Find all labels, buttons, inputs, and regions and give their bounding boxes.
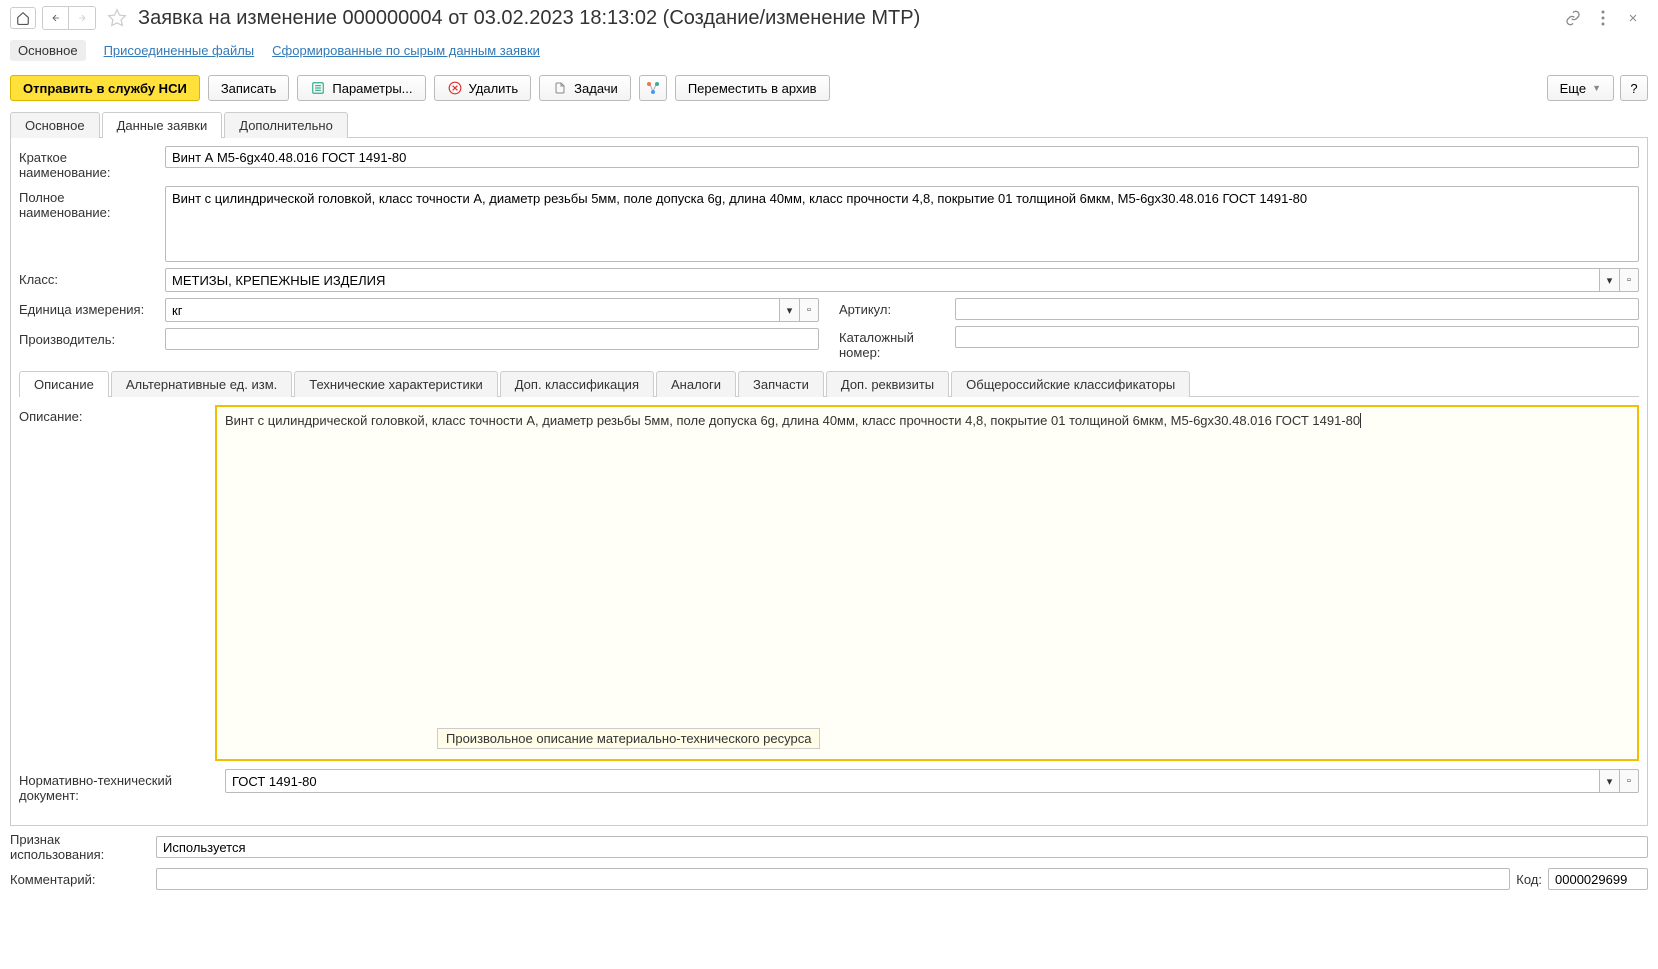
subtab-parts[interactable]: Запчасти: [738, 371, 824, 397]
menu-button[interactable]: [1594, 9, 1612, 27]
catalog-input[interactable]: [955, 326, 1639, 348]
full-name-label: Полное наименование:: [19, 186, 159, 220]
arrow-left-icon: [49, 13, 63, 23]
back-button[interactable]: [43, 7, 69, 29]
desc-label: Описание:: [19, 405, 209, 761]
tab-data[interactable]: Данные заявки: [102, 112, 223, 138]
class-label: Класс:: [19, 268, 159, 287]
link-button[interactable]: [1564, 9, 1582, 27]
catalog-label: Каталожный номер:: [839, 326, 949, 360]
unit-open-button[interactable]: ▫: [799, 298, 819, 322]
tab-extra[interactable]: Дополнительно: [224, 112, 348, 138]
subtab-tech[interactable]: Технические характеристики: [294, 371, 497, 397]
unit-input[interactable]: [165, 298, 779, 322]
desc-textarea[interactable]: Винт с цилиндрической головкой, класс то…: [215, 405, 1639, 761]
code-label: Код:: [1516, 872, 1542, 887]
star-icon: [107, 8, 127, 28]
close-icon: [1627, 12, 1639, 24]
class-dropdown-button[interactable]: ▾: [1599, 268, 1619, 292]
article-input[interactable]: [955, 298, 1639, 320]
short-name-input[interactable]: [165, 146, 1639, 168]
unit-label: Единица измерения:: [19, 298, 159, 317]
usage-input[interactable]: [156, 836, 1648, 858]
delete-icon: [447, 80, 463, 96]
class-input[interactable]: [165, 268, 1599, 292]
link-icon: [1565, 10, 1581, 26]
subtab-alt-units[interactable]: Альтернативные ед. изм.: [111, 371, 292, 397]
hierarchy-icon: [645, 80, 661, 96]
delete-button[interactable]: Удалить: [434, 75, 532, 101]
subtab-desc[interactable]: Описание: [19, 371, 109, 397]
ntd-input[interactable]: [225, 769, 1599, 793]
comment-label: Комментарий:: [10, 872, 150, 887]
archive-button[interactable]: Переместить в архив: [675, 75, 830, 101]
home-button[interactable]: [10, 7, 36, 29]
more-button[interactable]: Еще ▼: [1547, 75, 1614, 101]
forward-button[interactable]: [69, 7, 95, 29]
tab-main[interactable]: Основное: [10, 112, 100, 138]
code-input[interactable]: [1548, 868, 1648, 890]
list-icon: [310, 80, 326, 96]
subtab-req[interactable]: Доп. реквизиты: [826, 371, 949, 397]
save-button[interactable]: Записать: [208, 75, 290, 101]
subtab-analogs[interactable]: Аналоги: [656, 371, 736, 397]
subtab-classif[interactable]: Доп. классификация: [500, 371, 654, 397]
unit-dropdown-button[interactable]: ▾: [779, 298, 799, 322]
home-icon: [16, 11, 30, 25]
help-button[interactable]: ?: [1620, 75, 1648, 101]
maker-input[interactable]: [165, 328, 819, 350]
tasks-button[interactable]: Задачи: [539, 75, 631, 101]
arrow-right-icon: [75, 13, 89, 23]
ntd-label: Нормативно-технический документ:: [19, 769, 219, 803]
ntd-open-button[interactable]: ▫: [1619, 769, 1639, 793]
send-button[interactable]: Отправить в службу НСИ: [10, 75, 200, 101]
page-title: Заявка на изменение 000000004 от 03.02.2…: [138, 7, 1558, 30]
usage-label: Признак использования:: [10, 832, 150, 862]
ntd-dropdown-button[interactable]: ▾: [1599, 769, 1619, 793]
close-button[interactable]: [1624, 9, 1642, 27]
section-link-main[interactable]: Основное: [10, 40, 86, 61]
params-button[interactable]: Параметры...: [297, 75, 425, 101]
kebab-icon: [1601, 10, 1605, 26]
document-icon: [552, 80, 568, 96]
comment-input[interactable]: [156, 868, 1510, 890]
section-link-files[interactable]: Присоединенные файлы: [104, 43, 255, 58]
favorite-button[interactable]: [106, 7, 128, 29]
article-label: Артикул:: [839, 298, 949, 317]
desc-tooltip: Произвольное описание материально-технич…: [437, 728, 820, 749]
section-link-raw[interactable]: Сформированные по сырым данным заявки: [272, 43, 540, 58]
chevron-down-icon: ▼: [1592, 83, 1601, 93]
short-name-label: Краткое наименование:: [19, 146, 159, 180]
hierarchy-button[interactable]: [639, 75, 667, 101]
full-name-input[interactable]: Винт с цилиндрической головкой, класс то…: [165, 186, 1639, 262]
class-open-button[interactable]: ▫: [1619, 268, 1639, 292]
subtab-okved[interactable]: Общероссийские классификаторы: [951, 371, 1190, 397]
maker-label: Производитель:: [19, 328, 159, 347]
